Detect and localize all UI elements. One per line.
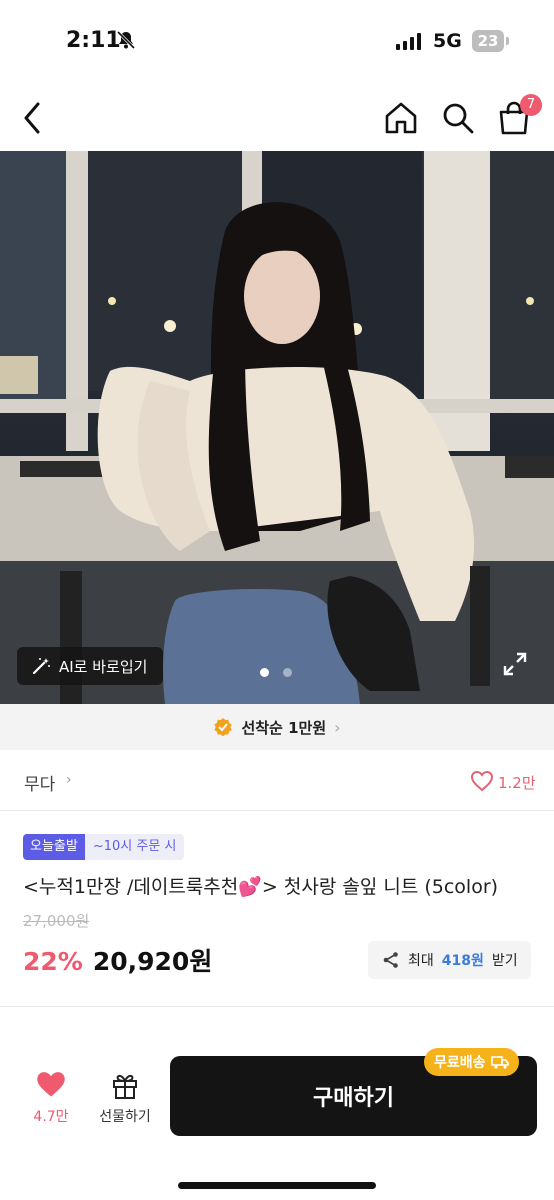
price-row: 22% 20,920원 — [23, 942, 212, 978]
reward-amount: 418원 — [441, 953, 484, 969]
signal-icon — [396, 32, 421, 50]
search-icon[interactable] — [440, 100, 476, 136]
delivery-tags: 오늘출발 ~10시 주문 시 — [23, 834, 185, 860]
home-icon[interactable] — [383, 100, 419, 136]
product-image-gallery[interactable] — [0, 151, 554, 704]
coupon-banner[interactable]: 선착순 1만원 › — [0, 704, 554, 750]
coupon-label: 선착순 1만원 — [241, 718, 327, 737]
network-type: 5G — [433, 30, 462, 52]
discount-rate: 22% — [23, 947, 83, 976]
top-nav: 7 — [0, 88, 554, 148]
share-reward-button[interactable]: 최대 418원 받기 — [368, 941, 531, 979]
bottom-action-bar: 4.7만 선물하기 구매하기 무료배송 — [0, 1040, 554, 1200]
pagination-dot — [283, 668, 292, 677]
gallery-pagination — [260, 668, 292, 677]
like-count: 4.7만 — [33, 1109, 69, 1125]
shop-row: 무다 › 1.2만 — [0, 760, 554, 806]
cart-count-badge: 7 — [520, 94, 542, 116]
free-shipping-label: 무료배송 — [434, 1055, 486, 1071]
reward-suffix: 받기 — [491, 953, 518, 969]
status-bar: 2:11 5G 23 — [0, 0, 554, 80]
battery-level: 23 — [477, 32, 499, 50]
buy-button-label: 구매하기 — [313, 1086, 394, 1111]
battery-icon: 23 — [472, 30, 509, 52]
heart-outline-icon[interactable] — [470, 769, 494, 793]
coupon-badge-icon — [214, 718, 233, 737]
back-icon[interactable] — [18, 98, 50, 138]
tag-order-cutoff: ~10시 주문 시 — [84, 834, 185, 860]
shop-name[interactable]: 무다 — [24, 770, 55, 795]
status-time: 2:11 — [66, 28, 121, 53]
product-title: <누적1만장 /데이트룩추천💕> 첫사랑 솔잎 니트 (5color) — [23, 876, 499, 898]
shop-like-count: 1.2만 — [498, 774, 536, 792]
product-photo — [0, 151, 554, 704]
ai-try-on-label: AI로 바로입기 — [59, 657, 148, 676]
expand-icon[interactable] — [502, 651, 528, 677]
free-shipping-badge: 무료배송 — [424, 1048, 519, 1076]
ai-try-on-button[interactable]: AI로 바로입기 — [17, 647, 164, 685]
like-button[interactable]: 4.7만 — [28, 1070, 74, 1126]
pagination-dot-active — [260, 668, 269, 677]
chevron-right-icon: › — [66, 772, 72, 788]
magic-wand-icon — [32, 658, 50, 675]
sale-price: 20,920원 — [92, 947, 213, 976]
original-price: 27,000원 — [23, 912, 90, 930]
tag-today-shipping: 오늘출발 — [23, 834, 85, 860]
share-icon — [383, 952, 398, 968]
gift-icon — [113, 1074, 137, 1099]
bell-slash-icon — [116, 30, 136, 50]
divider — [0, 1006, 554, 1007]
gift-label: 선물하기 — [99, 1109, 151, 1125]
gift-button[interactable]: 선물하기 — [92, 1070, 158, 1126]
divider — [0, 810, 554, 811]
reward-prefix: 최대 — [408, 953, 434, 969]
chevron-right-icon: › — [334, 717, 341, 737]
home-indicator — [178, 1182, 376, 1189]
heart-filled-icon — [37, 1072, 65, 1097]
truck-icon — [490, 1056, 509, 1069]
